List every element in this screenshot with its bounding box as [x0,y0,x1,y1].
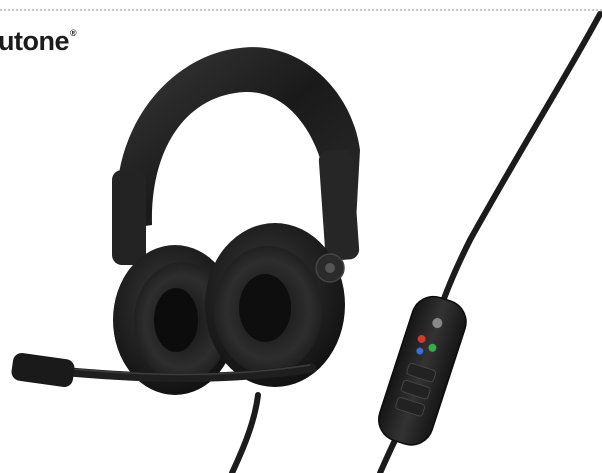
headset-cable [229,392,261,473]
inline-controller [378,295,467,446]
left-slider [112,170,146,265]
mic-head [11,352,75,388]
upper-cable [437,11,602,313]
headset-product-photo [11,11,602,473]
